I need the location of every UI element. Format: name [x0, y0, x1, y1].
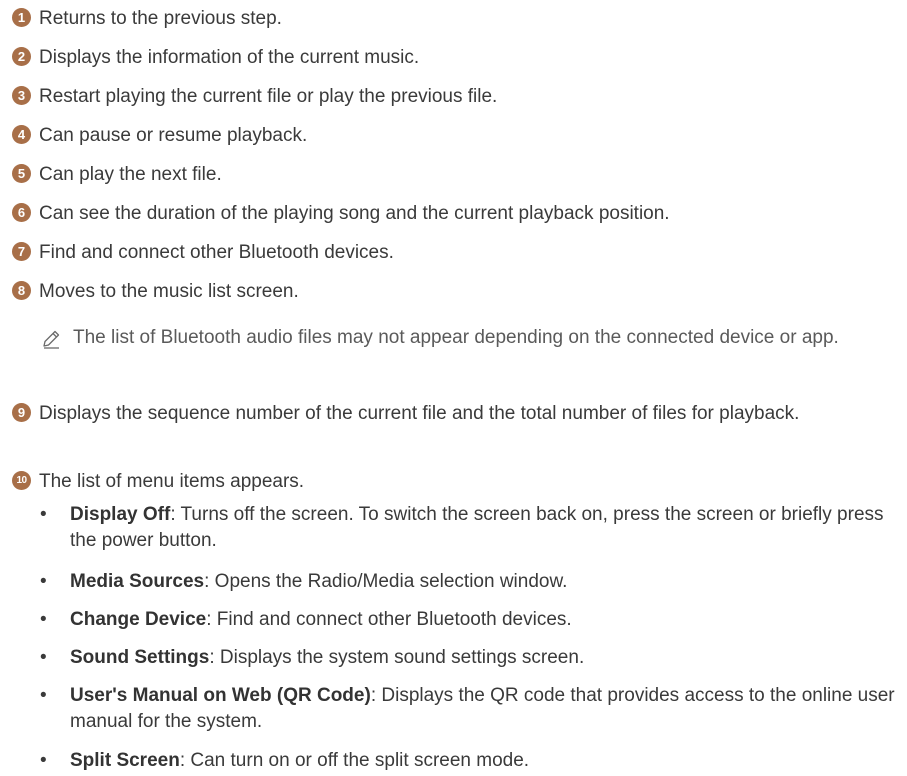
menu-item-desc: : Find and connect other Bluetooth devic… — [206, 609, 572, 630]
number-badge-9: 9 — [12, 403, 31, 422]
menu-item-desc: : Opens the Radio/Media selection window… — [204, 571, 568, 592]
menu-item-desc: : Turns off the screen. To switch the sc… — [70, 504, 884, 551]
list-item-7: 7 Find and connect other Bluetooth devic… — [12, 240, 892, 266]
list-item-5: 5 Can play the next file. — [12, 162, 892, 188]
number-badge-8: 8 — [12, 281, 31, 300]
bullet: • — [40, 685, 47, 706]
list-item-3: 3 Restart playing the current file or pl… — [12, 84, 892, 110]
note: The list of Bluetooth audio files may no… — [40, 325, 900, 351]
item-text-2: Displays the information of the current … — [39, 47, 420, 68]
menu-item-media-sources: • Media Sources: Opens the Radio/Media s… — [40, 569, 900, 595]
menu-item-change-device: • Change Device: Find and connect other … — [40, 607, 900, 633]
number-badge-6: 6 — [12, 203, 31, 222]
manual-page: 1 Returns to the previous step. 2 Displa… — [0, 0, 907, 776]
menu-item-text: Split Screen: Can turn on or off the spl… — [70, 748, 900, 774]
pencil-icon — [43, 330, 60, 349]
list-item-4: 4 Can pause or resume playback. — [12, 123, 892, 149]
number-badge-2: 2 — [12, 47, 31, 66]
menu-item-text: Media Sources: Opens the Radio/Media sel… — [70, 569, 900, 595]
menu-item-desc: : Can turn on or off the split screen mo… — [179, 750, 530, 771]
number-badge-1: 1 — [12, 8, 31, 27]
menu-item-desc: : Displays the system sound settings scr… — [209, 647, 585, 668]
menu-item-text: Change Device: Find and connect other Bl… — [70, 607, 900, 633]
menu-item-term: Change Device — [70, 609, 207, 630]
menu-item-term: Display Off — [70, 504, 171, 525]
list-item-1: 1 Returns to the previous step. — [12, 6, 892, 32]
item-text-4: Can pause or resume playback. — [39, 125, 308, 146]
item-text-1: Returns to the previous step. — [39, 8, 282, 29]
menu-item-users-manual: • User's Manual on Web (QR Code): Displa… — [40, 683, 900, 735]
list-item-6: 6 Can see the duration of the playing so… — [12, 201, 892, 227]
menu-item-text: Sound Settings: Displays the system soun… — [70, 645, 900, 671]
menu-item-term: Media Sources — [70, 571, 205, 592]
list-item-8: 8 Moves to the music list screen. — [12, 279, 892, 305]
item-text-8: Moves to the music list screen. — [39, 281, 299, 302]
menu-item-text: Display Off: Turns off the screen. To sw… — [70, 502, 900, 554]
number-badge-7: 7 — [12, 242, 31, 261]
menu-item-term: Split Screen — [70, 750, 180, 771]
list-item-10: 10 The list of menu items appears. — [12, 469, 892, 495]
item-text-9: Displays the sequence number of the curr… — [39, 403, 800, 424]
number-badge-5: 5 — [12, 164, 31, 183]
menu-item-term: Sound Settings — [70, 647, 210, 668]
menu-item-text: User's Manual on Web (QR Code): Displays… — [70, 683, 900, 735]
item-text-5: Can play the next file. — [39, 164, 222, 185]
item-text-10: The list of menu items appears. — [39, 471, 305, 492]
item-text-6: Can see the duration of the playing song… — [39, 203, 670, 224]
list-item-2: 2 Displays the information of the curren… — [12, 45, 892, 71]
list-item-9: 9 Displays the sequence number of the cu… — [12, 401, 892, 427]
menu-item-term: User's Manual on Web (QR Code) — [70, 685, 371, 706]
bullet: • — [40, 750, 47, 771]
number-badge-4: 4 — [12, 125, 31, 144]
number-badge-3: 3 — [12, 86, 31, 105]
menu-item-display-off: • Display Off: Turns off the screen. To … — [40, 502, 900, 554]
number-badge-10: 10 — [12, 471, 31, 490]
bullet: • — [40, 609, 47, 630]
bullet: • — [40, 647, 47, 668]
note-text: The list of Bluetooth audio files may no… — [73, 327, 839, 348]
item-text-7: Find and connect other Bluetooth devices… — [39, 242, 394, 263]
bullet: • — [40, 571, 47, 592]
menu-item-sound-settings: • Sound Settings: Displays the system so… — [40, 645, 900, 671]
item-text-3: Restart playing the current file or play… — [39, 86, 498, 107]
bullet: • — [40, 504, 47, 525]
menu-item-split-screen: • Split Screen: Can turn on or off the s… — [40, 748, 900, 774]
